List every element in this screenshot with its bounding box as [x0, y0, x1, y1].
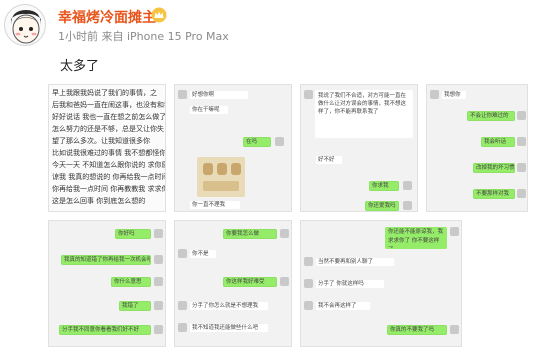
- avatar: [154, 229, 163, 238]
- avatar: [403, 201, 412, 210]
- verified-crown-icon: [151, 7, 167, 23]
- image-grid: 早上我跟我妈说了我们的事情，之 后我和爸妈一直在闹这事，也没有和我 好好说话 我…: [48, 84, 528, 347]
- chat-bubble-received: 分手了你怎么就是不想理我: [189, 301, 269, 311]
- avatar: [517, 137, 526, 146]
- avatar: [178, 249, 187, 258]
- avatar: [154, 301, 163, 310]
- chat-bubble-sent: 在吗: [243, 137, 271, 147]
- avatar: [430, 90, 439, 99]
- avatar: [304, 90, 313, 99]
- avatar: [517, 189, 526, 198]
- chat-bubble-sent: 你什么意思: [111, 277, 151, 287]
- chat-bubble-received: 你一直不理我: [189, 200, 241, 210]
- sticker-image: [197, 157, 245, 197]
- avatar: [178, 90, 187, 99]
- avatar: [154, 255, 163, 264]
- chat-bubble-sent: 你这样我好难受: [223, 277, 277, 287]
- chat-bubble-received: 我不会再这样了: [315, 301, 371, 311]
- chat-bubble-sent: 分手我不同意你看看我们好不好: [59, 325, 151, 335]
- note-line: 你再给我一点时间 你再教教我 求求你: [52, 185, 166, 193]
- note-line: 比如说我很难过的事情 我不想都怪你: [52, 149, 166, 157]
- note-line: 今天一天 不知道怎么跟你说的 求你原: [52, 161, 166, 169]
- chat-bubble-received: 当然不要再和别人聊了: [315, 257, 395, 267]
- avatar: [450, 325, 459, 334]
- avatar: [517, 111, 526, 120]
- chat-bubble-sent: 你好吗: [115, 229, 151, 239]
- note-line: 这是怎么回事 你到底怎么想的: [52, 197, 146, 205]
- avatar: [280, 229, 289, 238]
- avatar: [450, 227, 459, 236]
- chat-bubble-sent: 我错了: [119, 301, 151, 311]
- chat-bubble-received: 分手了 你就这样吗: [315, 279, 385, 289]
- avatar: [517, 163, 526, 172]
- avatar: [178, 323, 187, 332]
- note-line: 怎么努力的还是不够，总是又让你失: [52, 125, 164, 133]
- avatar-cartoon-face-icon: [11, 10, 41, 44]
- chat-bubble-received: 我想你: [441, 90, 467, 100]
- avatar: [178, 301, 187, 310]
- chat-bubble-received: 你不是: [189, 249, 217, 259]
- chat-bubble-sent: 你要我怎么做: [223, 229, 277, 239]
- chat-bubble-received: 好不好: [315, 155, 343, 165]
- avatar: [304, 257, 313, 266]
- message-text: 你还能不能原谅我，我求求你了 你不要这样了: [388, 229, 444, 248]
- chat-screenshot-1[interactable]: 早上我跟我妈说了我们的事情，之 后我和爸妈一直在闹这事，也没有和我 好好说话 我…: [48, 84, 166, 212]
- chat-bubble-sent: 不要那样对我: [473, 189, 515, 199]
- chat-bubble-sent: 你真的不要我了吗: [387, 325, 447, 335]
- chat-bubble-sent: 你求我: [369, 181, 399, 191]
- chat-screenshot-5[interactable]: 你好吗 我真的知道错了你再给我一次机会吧 你什么意思 我错了 分手我不同意你看看…: [48, 220, 166, 347]
- chat-screenshot-3[interactable]: 我说了我们不合适，对方可能一直在做什么让对方误会的事情，我不想这样了，你不能再联…: [300, 84, 418, 212]
- note-line: 早上我跟我妈说了我们的事情，之: [52, 89, 157, 97]
- note-line: 好好说话 我也一直在想之前怎么做了: [52, 113, 166, 121]
- avatar: [154, 325, 163, 334]
- chat-bubble-sent: 你还爱我吗: [365, 201, 399, 211]
- avatar: [304, 301, 313, 310]
- chat-bubble-sent: 我会听话: [481, 137, 515, 147]
- username[interactable]: 幸福烤冷面摊主: [58, 7, 156, 27]
- chat-bubble-sent: 不会让你难过的: [467, 111, 515, 121]
- chat-bubble-received: 好想你啊: [189, 90, 249, 100]
- note-line: 谅我 我真的想说的 你再给我一点时间: [52, 173, 166, 181]
- chat-bubble-sent: 你还能不能原谅我，我求求你了 你不要这样了: [385, 227, 447, 249]
- chat-bubble-received: 你在干嘛呢: [189, 105, 229, 115]
- chat-screenshot-2[interactable]: 好想你啊 你在干嘛呢 在吗 你一直不理我: [174, 84, 292, 212]
- note-line: 后我和爸妈一直在闹这事，也没有和我: [52, 101, 166, 109]
- avatar[interactable]: [4, 4, 46, 46]
- chat-bubble-sent: 改掉我的坏习惯: [473, 163, 515, 173]
- post-meta: 1小时前 来自 iPhone 15 Pro Max: [58, 30, 229, 43]
- post-header: 幸福烤冷面摊主 1小时前 来自 iPhone 15 Pro Max: [0, 0, 546, 50]
- note-line: 望了那么多次。让我知道很多你: [52, 137, 150, 145]
- chat-bubble-sent: 我真的知道错了你再给我一次机会吧: [61, 255, 151, 265]
- avatar: [154, 277, 163, 286]
- avatar: [403, 181, 412, 190]
- chat-screenshot-7[interactable]: 你还能不能原谅我，我求求你了 你不要这样了 当然不要再和别人聊了 分手了 你就这…: [300, 220, 462, 347]
- chat-bubble-received: 我说了我们不合适，对方可能一直在做什么让对方误会的事情，我不想这样了，你不能再联…: [315, 90, 413, 138]
- message-text: 我说了我们不合适，对方可能一直在做什么让对方误会的事情，我不想这样了，你不能再联…: [318, 93, 407, 115]
- avatar: [280, 277, 289, 286]
- chat-screenshot-6[interactable]: 你要我怎么做 你不是 你这样我好难受 分手了你怎么就是不想理我 我不知道我还能做…: [174, 220, 292, 347]
- chat-screenshot-4[interactable]: 我想你 不会让你难过的 我会听话 改掉我的坏习惯 不要那样对我: [426, 84, 528, 212]
- avatar: [304, 279, 313, 288]
- avatar: [275, 137, 284, 146]
- post-text: 太多了: [60, 59, 100, 74]
- chat-bubble-received: 我不知道我还能做些什么吧: [189, 323, 269, 333]
